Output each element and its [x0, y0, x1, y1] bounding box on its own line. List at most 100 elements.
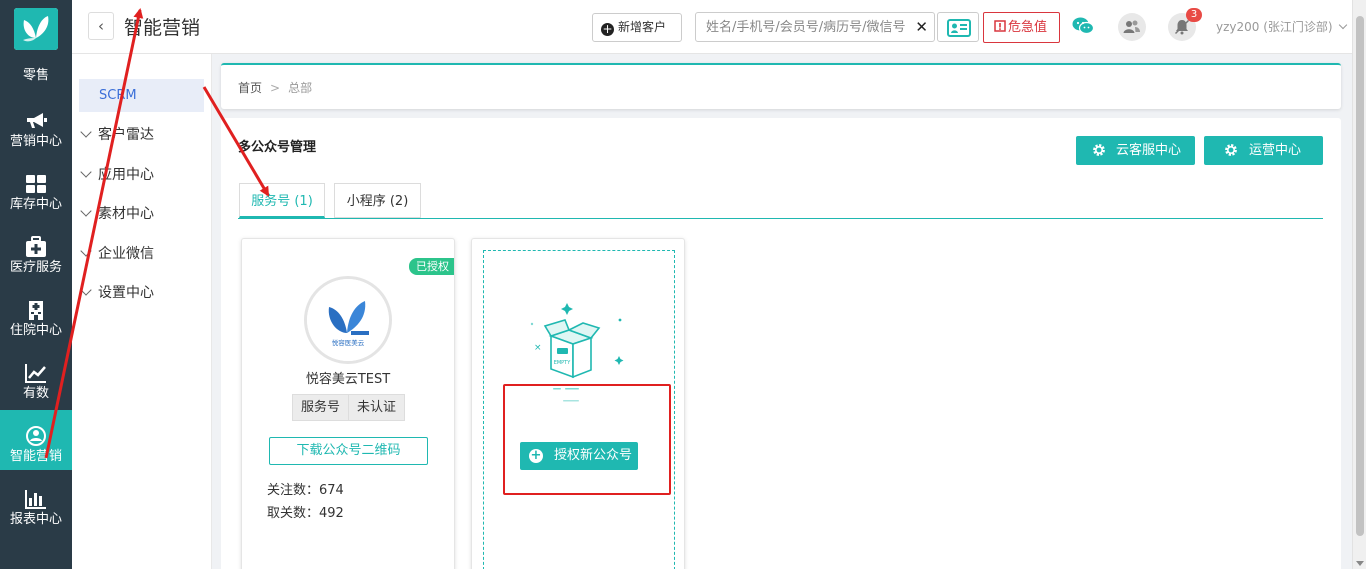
alert-icon	[994, 20, 1006, 32]
nav-item-medical-service[interactable]: 医疗服务	[0, 232, 72, 290]
submenu-item-scrm[interactable]: SCRM	[79, 79, 204, 112]
tab-underline	[238, 218, 1323, 219]
submenu-item-label: 设置中心	[98, 285, 154, 301]
unfollow-label: 取关数：	[267, 506, 320, 521]
app-window: 零售 营销中心 库存中心 医疗服务 住院中心 有数 智能营销 报表中心 ‹ 智能…	[0, 0, 1366, 569]
account-avatar: 悦容医美云	[304, 276, 392, 364]
nav-item-label: 医疗服务	[9, 260, 62, 275]
svg-text:×: ×	[534, 343, 542, 353]
breadcrumb-separator: >	[270, 81, 281, 95]
nav-item-smart-marketing[interactable]: 智能营销	[0, 410, 72, 470]
submenu-item-customer-radar[interactable]: 客户雷达	[80, 124, 154, 146]
critical-value-label: 危急值	[1008, 20, 1048, 35]
nav-item-marketing-center[interactable]: 营销中心	[0, 106, 72, 164]
submenu-item-label: 客户雷达	[98, 127, 154, 143]
top-header: ‹ 智能营销 + 新增客户 ✕ 危急值	[72, 0, 1352, 54]
breadcrumb: 首页 > 总部	[238, 79, 312, 96]
app-logo[interactable]	[14, 8, 58, 50]
chevron-left-icon: ‹	[98, 17, 104, 35]
section-title: 多公众号管理	[238, 140, 317, 155]
chevron-down-icon	[1339, 20, 1348, 30]
nav-item-inpatient-center[interactable]: 住院中心	[0, 295, 72, 353]
critical-value-button[interactable]: 危急值	[983, 12, 1060, 43]
nav-item-label: 零售	[22, 68, 49, 83]
back-button[interactable]: ‹	[88, 12, 114, 40]
group-chat-button[interactable]	[1118, 13, 1146, 41]
gear-icon	[1225, 144, 1237, 156]
sub-menu: SCRM 客户雷达 应用中心 素材中心 企业微信 设置中心	[72, 54, 212, 569]
add-customer-label: 新增客户	[618, 20, 667, 34]
add-customer-button[interactable]: + 新增客户	[592, 13, 682, 42]
account-type-tag: 服务号	[292, 394, 350, 421]
followers-stat: 关注数：674	[267, 479, 344, 498]
verification-tag: 未认证	[349, 394, 406, 421]
hospital-icon	[29, 301, 43, 320]
submenu-item-app-center[interactable]: 应用中心	[80, 164, 154, 186]
notification-badge: 3	[1186, 8, 1202, 22]
gear-icon	[1093, 144, 1105, 156]
nav-item-label: 报表中心	[9, 512, 62, 527]
chevron-down-icon	[80, 245, 92, 257]
scroll-down-arrow-icon[interactable]	[1356, 561, 1364, 566]
submenu-item-enterprise-wechat[interactable]: 企业微信	[80, 243, 154, 265]
grid-icon	[26, 175, 46, 193]
nav-item-youshu[interactable]: 有数	[0, 358, 72, 416]
followers-count: 674	[319, 483, 344, 498]
smart-marketing-icon	[26, 426, 46, 446]
user-menu[interactable]: yzy200 (张江门诊部)	[1216, 18, 1348, 35]
download-qrcode-button[interactable]: 下载公众号二维码	[269, 437, 428, 465]
status-badge: 已授权	[409, 258, 454, 275]
id-card-icon	[947, 19, 971, 37]
trend-chart-icon	[25, 364, 46, 383]
tab-mini-program[interactable]: 小程序 (2)	[334, 183, 421, 218]
operations-center-button[interactable]: 运营中心	[1204, 136, 1323, 165]
cloud-service-center-label: 云客服中心	[1116, 143, 1182, 158]
megaphone-icon	[27, 113, 47, 128]
annotation-highlight-box	[503, 384, 671, 495]
bell-muted-icon	[1174, 19, 1190, 35]
followers-label: 关注数：	[267, 483, 320, 498]
page-title: 智能营销	[124, 17, 201, 39]
nav-item-label: 住院中心	[9, 323, 62, 338]
account-name: 悦容美云TEST	[305, 372, 391, 387]
unfollow-stat: 取关数：492	[267, 502, 344, 521]
customer-search: ✕	[695, 12, 935, 42]
main-panel: 多公众号管理 云客服中心 运营中心 服务号 (1) 小程序 (2) 已授权 悦容…	[221, 118, 1341, 569]
bar-chart-icon	[25, 490, 46, 509]
chevron-down-icon	[80, 166, 92, 178]
cloud-service-center-button[interactable]: 云客服中心	[1076, 136, 1195, 165]
chevron-down-icon	[80, 284, 92, 296]
nav-item-label: 智能营销	[9, 449, 62, 464]
submenu-item-label: 应用中心	[98, 167, 154, 183]
submenu-item-settings-center[interactable]: 设置中心	[80, 282, 154, 304]
breadcrumb-current: 总部	[288, 81, 313, 95]
breadcrumb-home-link[interactable]: 首页	[238, 81, 262, 95]
nav-item-report-center[interactable]: 报表中心	[0, 484, 72, 542]
wechat-icon[interactable]	[1072, 16, 1094, 36]
chevron-down-icon	[80, 126, 92, 138]
unfollow-count: 492	[319, 506, 344, 521]
tab-service-account[interactable]: 服务号 (1)	[239, 183, 325, 218]
medical-kit-icon	[26, 236, 46, 257]
butterfly-logo-icon	[14, 8, 58, 50]
account-card: 已授权 悦容医美云 悦容美云TEST 服务号 未认证 下载公众号二维码 关注数：6…	[241, 238, 455, 569]
submenu-item-label: 素材中心	[98, 206, 154, 222]
users-icon	[1123, 20, 1140, 33]
clear-icon[interactable]: ✕	[915, 18, 928, 36]
search-input[interactable]	[696, 13, 908, 41]
page-scrollbar[interactable]	[1352, 0, 1366, 569]
butterfly-avatar-icon: 悦容医美云	[307, 279, 389, 361]
submenu-item-material-center[interactable]: 素材中心	[80, 203, 154, 225]
nav-item-label: 库存中心	[9, 197, 62, 212]
scrollbar-thumb[interactable]	[1356, 16, 1364, 536]
submenu-item-label: 企业微信	[98, 246, 154, 262]
id-card-button[interactable]	[937, 12, 979, 42]
nav-item-inventory-center[interactable]: 库存中心	[0, 169, 72, 227]
chevron-down-icon	[80, 205, 92, 217]
plus-circle-icon: +	[601, 22, 614, 36]
avatar-text: 悦容医美云	[332, 338, 365, 347]
operations-center-label: 运营中心	[1249, 143, 1302, 158]
nav-item-label: 营销中心	[9, 134, 62, 149]
main-nav: 零售 营销中心 库存中心 医疗服务 住院中心 有数 智能营销 报表中心	[0, 0, 72, 569]
account-tags: 服务号 未认证	[292, 394, 406, 421]
